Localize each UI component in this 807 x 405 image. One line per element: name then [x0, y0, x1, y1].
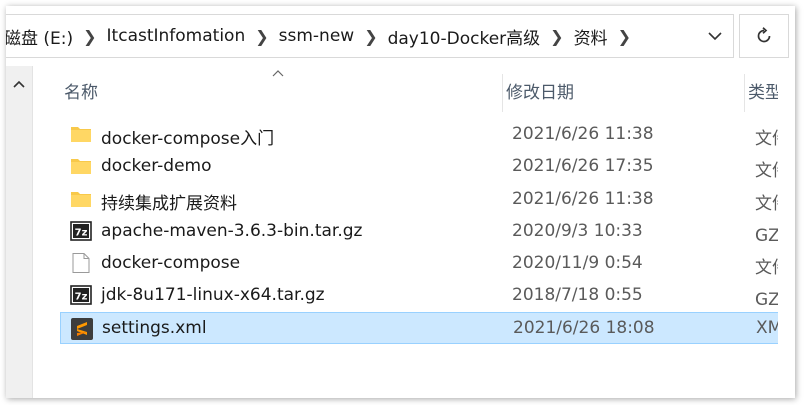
column-type[interactable]: 类型 [748, 66, 782, 114]
chevron-up-icon [13, 80, 25, 88]
file-name: docker-compose入门 [101, 129, 275, 149]
file-date: 2021/6/26 11:38 [512, 188, 654, 209]
column-date-modified[interactable]: 修改日期 [506, 66, 574, 114]
address-bar[interactable]: 磁盘 (E:) ❯ ItcastInfomation ❯ ssm-new ❯ d… [6, 14, 734, 58]
file-name: docker-compose [101, 253, 241, 274]
file-row[interactable]: docker-compose入门2021/6/26 11:38文件夹 [32, 118, 795, 150]
file-row[interactable]: 7z jdk-8u171-linux-x64.tar.gz 2018/7/18 0:… [32, 279, 795, 311]
file-date: 2018/7/18 0:55 [512, 285, 643, 306]
breadcrumb-separator-icon[interactable]: ❯ [358, 27, 383, 46]
svg-text:7z: 7z [75, 292, 88, 303]
address-history-button[interactable] [697, 15, 733, 57]
breadcrumb-separator-icon[interactable]: ❯ [612, 27, 637, 46]
file-name: settings.xml [102, 317, 207, 338]
folder-icon [70, 156, 92, 176]
folder-icon [70, 189, 92, 209]
scroll-up-button[interactable] [6, 74, 32, 94]
file-name: apache-maven-3.6.3-bin.tar.gz [101, 220, 363, 241]
file-date: 2021/6/26 11:38 [512, 124, 654, 144]
svg-text:7z: 7z [75, 227, 88, 238]
explorer-window: 磁盘 (E:) ❯ ItcastInfomation ❯ ssm-new ❯ d… [6, 6, 795, 398]
column-divider[interactable] [744, 74, 745, 112]
file-date: 2020/9/3 10:33 [512, 220, 643, 241]
breadcrumb-separator-icon[interactable]: ❯ [249, 27, 274, 46]
breadcrumb-ziliao[interactable]: 资料 [570, 24, 612, 49]
blank-file-icon [70, 253, 92, 274]
sort-ascending-icon [272, 70, 284, 77]
breadcrumb-itcast[interactable]: ItcastInfomation [103, 26, 250, 46]
file-date: 2021/6/26 18:08 [513, 317, 655, 338]
content-right-edge [778, 66, 795, 398]
column-divider[interactable] [502, 74, 503, 112]
file-date: 2021/6/26 17:35 [512, 156, 654, 177]
file-name: 持续集成扩展资料 [101, 193, 237, 214]
refresh-button[interactable] [739, 14, 789, 58]
file-row[interactable]: docker-demo2021/6/26 17:35文件夹 [32, 150, 795, 182]
column-header: 名称 修改日期 类型 [32, 66, 795, 114]
file-name: docker-demo [101, 156, 212, 177]
breadcrumb-separator-icon[interactable]: ❯ [544, 27, 569, 46]
7z-archive-icon: 7z [70, 221, 92, 241]
file-row[interactable]: settings.xml 2021/6/26 18:08 XML [60, 311, 795, 344]
file-row[interactable]: 持续集成扩展资料2021/6/26 11:38文件夹 [32, 183, 795, 215]
column-name[interactable]: 名称 [64, 66, 98, 114]
chevron-down-icon [708, 31, 722, 40]
file-name: jdk-8u171-linux-x64.tar.gz [101, 285, 325, 306]
7z-archive-icon: 7z [70, 285, 92, 306]
breadcrumb-ssm-new[interactable]: ssm-new [275, 26, 359, 46]
file-date: 2020/11/9 0:54 [512, 253, 643, 274]
file-row[interactable]: docker-compose 2020/11/9 0:54 文件 [32, 247, 795, 279]
refresh-icon [757, 27, 771, 43]
breadcrumb-drive[interactable]: 磁盘 (E:) [6, 24, 77, 49]
file-row[interactable]: 7z apache-maven-3.6.3-bin.tar.gz 2020/9/3 … [32, 215, 795, 247]
file-list: docker-compose入门2021/6/26 11:38文件夹docker… [32, 118, 795, 344]
breadcrumb-separator-icon[interactable]: ❯ [77, 27, 102, 46]
navigation-pane-scrollbar[interactable] [6, 66, 33, 398]
folder-icon [70, 124, 92, 144]
breadcrumb-day10[interactable]: day10-Docker高级 [384, 24, 545, 49]
sublime-text-icon [71, 317, 93, 340]
